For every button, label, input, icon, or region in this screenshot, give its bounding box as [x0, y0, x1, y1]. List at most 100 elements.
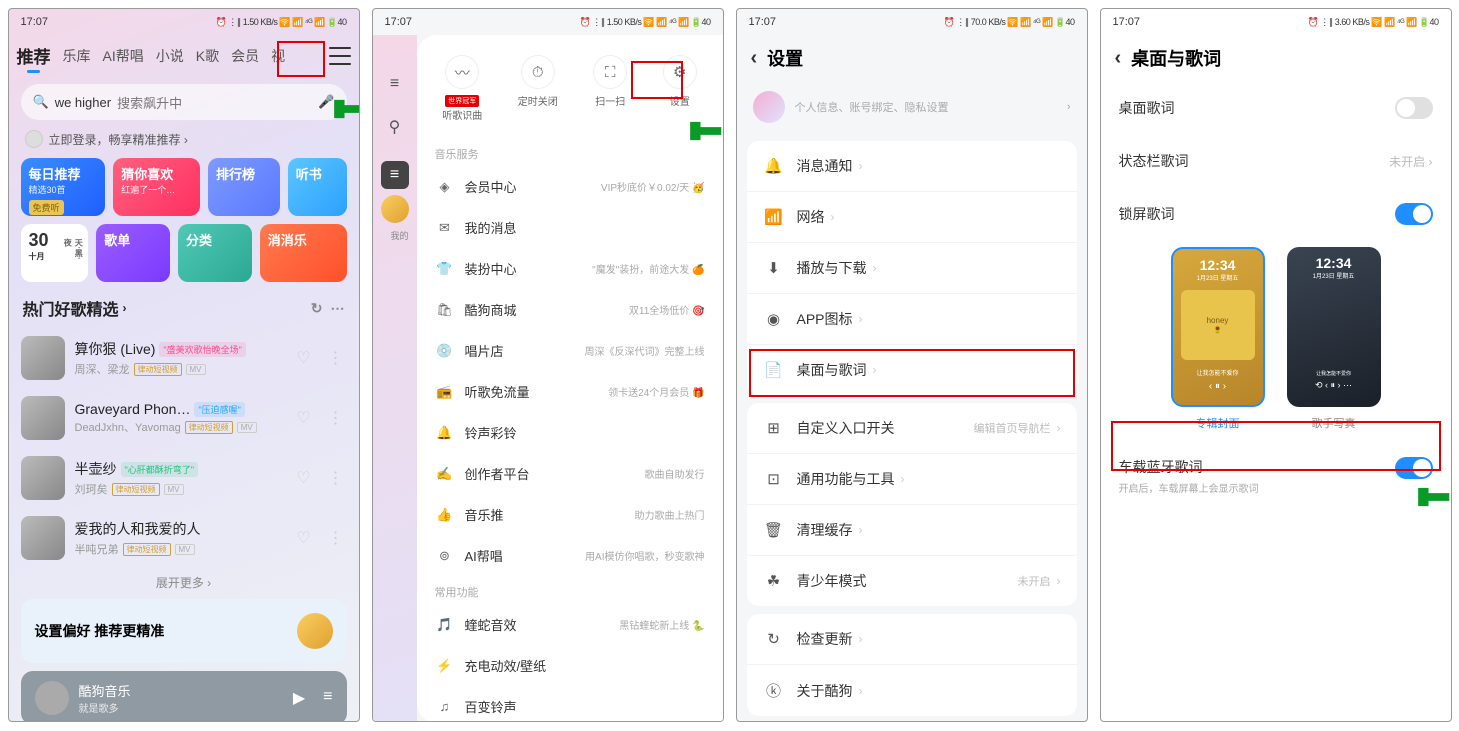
status-icons: ⏰ ⋮∥ 1.50 KB/s 🛜 📶 ⁴ᴳ 📶 🔋40	[216, 17, 347, 28]
row-desktop-lyrics[interactable]: 桌面歌词	[1101, 81, 1451, 135]
track-row[interactable]: Graveyard Phon… "压迫感喔" DeadJxhn、Yavomag …	[9, 388, 359, 448]
tab-recommend[interactable]: 推荐	[17, 43, 51, 68]
statusbar: 17:07 ⏰ ⋮∥ 3.60 KB/s 🛜 📶 ⁴ᴳ 📶 🔋40	[1101, 9, 1451, 35]
heart-icon[interactable]: ♡	[293, 528, 315, 548]
settings-item[interactable]: 🔔消息通知›	[747, 141, 1077, 191]
toggle-lockscreen-lyrics[interactable]	[1395, 203, 1433, 225]
track-art	[21, 396, 65, 440]
drawer-item[interactable]: ✍创作者平台歌曲自助发行	[417, 453, 723, 494]
account-row[interactable]: 个人信息、账号绑定、隐私设置 ›	[737, 81, 1087, 133]
toggle-desktop-lyrics[interactable]	[1395, 97, 1433, 119]
tile[interactable]: 分类	[178, 224, 252, 282]
tab-video[interactable]: 视	[271, 46, 285, 66]
more-icon[interactable]: ⋯	[331, 300, 345, 317]
hamburger-menu-icon[interactable]	[329, 47, 351, 65]
tile[interactable]: 听书	[288, 158, 347, 216]
page-title: 设置	[767, 45, 803, 71]
settings-item[interactable]: ⬇播放与下载›	[747, 242, 1077, 293]
settings-item[interactable]: ⊡通用功能与工具›	[747, 453, 1077, 504]
tile[interactable]: 30十月天·黑·夜	[21, 224, 89, 282]
drawer-item[interactable]: ⚡充电动效/壁纸	[417, 645, 723, 686]
tile[interactable]: 每日推荐精选30首免费听	[21, 158, 106, 216]
expand-more[interactable]: 展开更多 ›	[9, 574, 359, 591]
nav-music-peek: ≡	[381, 161, 409, 189]
drawer-item[interactable]: ⊚AI帮唱用AI模仿你唱歌，秒变歌神	[417, 535, 723, 576]
tab-ai-sing[interactable]: AI帮唱	[103, 46, 144, 66]
tab-novel[interactable]: 小说	[156, 46, 184, 66]
settings-item[interactable]: ◉APP图标›	[747, 293, 1077, 344]
search-icon: ⚲	[389, 117, 401, 137]
settings-group-3: ↻检查更新›ⓚ关于酷狗›	[747, 614, 1077, 716]
back-icon[interactable]: ‹	[751, 47, 758, 70]
quick-action[interactable]: 〰世界冠军听歌识曲	[442, 55, 482, 122]
preview-artist-photo[interactable]: 12:34 1月23日 星期五 让我怎能不爱你 ⟲ ‹ ⏸ › ⋯ 歌手写真	[1287, 247, 1381, 431]
tile[interactable]: 排行榜	[208, 158, 280, 216]
heart-icon[interactable]: ♡	[293, 468, 315, 488]
track-row[interactable]: 爱我的人和我爱的人 半吨兄弟 律动短视频 MV ♡ ⋮	[9, 508, 359, 568]
back-icon[interactable]: ‹	[1115, 47, 1122, 70]
drawer-item[interactable]: 📻听歌免流量领卡送24个月会员 🎁	[417, 371, 723, 412]
statusbar: 17:07 ⏰ ⋮∥ 1.50 KB/s 🛜 📶 ⁴ᴳ 📶 🔋40	[9, 9, 359, 35]
row-lockscreen-lyrics[interactable]: 锁屏歌词	[1101, 187, 1451, 241]
chevron-right-icon[interactable]: ›	[123, 301, 127, 315]
lockscreen-previews: 12:34 1月23日 星期五 honey🌻 让我怎能不爱你 ‹ ⏸ › 专辑封…	[1101, 241, 1451, 441]
drawer-item[interactable]: 👕装扮中心"魔发"装扮，前途大发 🍊	[417, 248, 723, 289]
settings-item[interactable]: ↻检查更新›	[747, 614, 1077, 664]
drawer-item[interactable]: ♫百变铃声	[417, 686, 723, 722]
drawer-item[interactable]: 🎵蝰蛇音效黑钻蝰蛇新上线 🐍	[417, 604, 723, 645]
drawer-item[interactable]: 💿唱片店周深《反深代词》完整上线	[417, 330, 723, 371]
track-row[interactable]: 半壶纱 "心肝都酥折弯了" 刘珂矣 律动短视频 MV ♡ ⋮	[9, 448, 359, 508]
heart-icon[interactable]: ♡	[293, 408, 315, 428]
quick-action[interactable]: ⏱定时关闭	[518, 55, 558, 122]
track-list: 算你狠 (Live) "盛美欢歌怡晚全场" 周深、梁龙 律动短视频 MV ♡ ⋮…	[9, 328, 359, 568]
page-title: 桌面与歌词	[1131, 45, 1221, 71]
more-icon[interactable]: ⋮	[325, 528, 347, 548]
tile[interactable]: 猜你喜欢红遍了一个…	[113, 158, 200, 216]
tile-row-1: 每日推荐精选30首免费听猜你喜欢红遍了一个…排行榜听书	[9, 158, 359, 216]
preview-album-cover[interactable]: 12:34 1月23日 星期五 honey🌻 让我怎能不爱你 ‹ ⏸ › 专辑封…	[1171, 247, 1265, 431]
quick-action[interactable]: ⛶扫一扫	[593, 55, 627, 122]
drawer-item[interactable]: 🛍酷狗商城双11全场低价 🎯	[417, 289, 723, 330]
drawer-item[interactable]: ✉我的消息	[417, 207, 723, 248]
settings-item[interactable]: ☘青少年模式未开启›	[747, 555, 1077, 606]
tab-karaoke[interactable]: K歌	[196, 46, 219, 66]
pointer-hand	[329, 87, 360, 131]
more-icon[interactable]: ⋮	[325, 468, 347, 488]
heart-icon[interactable]: ♡	[293, 348, 315, 368]
settings-item[interactable]: 📄桌面与歌词›	[747, 344, 1077, 395]
more-icon[interactable]: ⋮	[325, 408, 347, 428]
login-prompt[interactable]: 立即登录，畅享精准推荐 ›	[25, 130, 343, 148]
time: 17:07	[21, 16, 49, 28]
play-icon[interactable]: ▶	[293, 688, 305, 708]
header: ‹ 桌面与歌词	[1101, 35, 1451, 81]
playlist-icon[interactable]: ≡	[323, 688, 332, 708]
drawer-item[interactable]: ◈会员中心VIP秒底价￥0.02/天 🥳	[417, 166, 723, 207]
statusbar: 17:07 ⏰ ⋮∥ 70.0 KB/s 🛜 📶 ⁴ᴳ 📶 🔋40	[737, 9, 1087, 35]
drawer-item[interactable]: 👍音乐推助力歌曲上热门	[417, 494, 723, 535]
top-tabs: 推荐 乐库 AI帮唱 小说 K歌 会员 视	[9, 35, 359, 80]
more-icon[interactable]: ⋮	[325, 348, 347, 368]
row-car-bt-lyrics[interactable]: 车载蓝牙歌词 开启后，车载屏幕上会显示歌词	[1101, 441, 1451, 511]
track-art	[21, 456, 65, 500]
mini-player[interactable]: 酷狗音乐 就是歌多 ▶ ≡	[21, 671, 347, 722]
quick-row: 〰世界冠军听歌识曲⏱定时关闭⛶扫一扫⚙设置	[417, 47, 723, 138]
track-row[interactable]: 算你狠 (Live) "盛美欢歌怡晚全场" 周深、梁龙 律动短视频 MV ♡ ⋮	[9, 328, 359, 388]
tile[interactable]: 消消乐	[260, 224, 347, 282]
tab-library[interactable]: 乐库	[63, 46, 91, 66]
drawer-panel: 〰世界冠军听歌识曲⏱定时关闭⛶扫一扫⚙设置 音乐服务 ◈会员中心VIP秒底价￥0…	[417, 35, 723, 722]
settings-item[interactable]: ⊞自定义入口开关编辑首页导航栏›	[747, 403, 1077, 453]
tile-row-2: 30十月天·黑·夜歌单分类消消乐	[9, 224, 359, 282]
tile[interactable]: 歌单	[96, 224, 170, 282]
search-bar[interactable]: 🔍 we higher 搜索飙升中 🎤	[21, 84, 347, 120]
settings-item[interactable]: ⓚ关于酷狗›	[747, 664, 1077, 716]
section-common: 常用功能	[417, 576, 723, 604]
player-subtitle: 就是歌多	[79, 700, 131, 715]
set-preferences-card[interactable]: 设置偏好 推荐更精准	[21, 599, 347, 663]
avatar-icon	[25, 130, 43, 148]
settings-item[interactable]: 📶网络›	[747, 191, 1077, 242]
settings-item[interactable]: 🗑清理缓存›	[747, 504, 1077, 555]
tab-vip[interactable]: 会员	[231, 46, 259, 66]
drawer-item[interactable]: 🔔铃声彩铃	[417, 412, 723, 453]
refresh-icon[interactable]: ↻	[311, 300, 323, 317]
row-statusbar-lyrics[interactable]: 状态栏歌词 未开启 ›	[1101, 135, 1451, 187]
